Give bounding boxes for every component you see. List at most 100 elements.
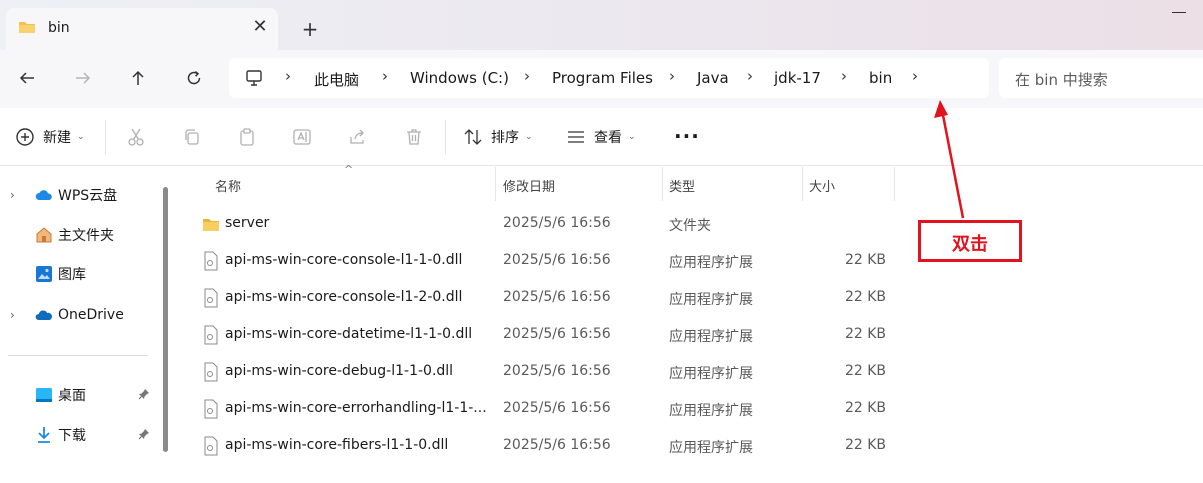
annotation-arrow xyxy=(934,100,965,219)
sort-button[interactable]: 排序 ⌄ xyxy=(463,127,533,147)
column-header-modified[interactable]: 修改日期 xyxy=(503,167,555,201)
cloud-icon xyxy=(35,186,53,204)
view-button[interactable]: 查看 ⌄ xyxy=(566,127,636,147)
copy-icon xyxy=(182,127,202,147)
sidebar-item-label: 下载 xyxy=(58,428,86,444)
sidebar-item-home[interactable]: 主文件夹 xyxy=(0,220,160,250)
breadcrumb-chevron[interactable]: › xyxy=(382,67,388,85)
toolbar-divider xyxy=(105,120,106,154)
breadcrumb-jdk-17[interactable]: jdk-17 xyxy=(774,69,821,87)
up-button[interactable] xyxy=(124,64,152,92)
search-box[interactable]: 在 bin 中搜索 xyxy=(999,58,1203,98)
breadcrumb-windows-c[interactable]: Windows (C:) xyxy=(410,69,509,87)
breadcrumb-chevron[interactable]: › xyxy=(747,67,753,85)
sidebar-item-label: OneDrive xyxy=(58,307,124,323)
dll-file-icon xyxy=(204,325,218,345)
column-header-size[interactable]: 大小 xyxy=(809,167,835,201)
file-modified: 2025/5/6 16:56 xyxy=(503,326,611,342)
column-divider[interactable] xyxy=(662,167,663,201)
file-row[interactable]: api-ms-win-core-debug-l1-1-0.dll 2025/5/… xyxy=(172,353,1203,390)
new-button[interactable]: 新建 ⌄ xyxy=(15,127,85,147)
new-tab-icon[interactable]: + xyxy=(298,17,322,41)
chevron-down-icon: ⌄ xyxy=(77,132,85,142)
view-label: 查看 xyxy=(594,130,622,146)
forward-button[interactable] xyxy=(69,64,97,92)
pin-icon[interactable] xyxy=(138,428,150,443)
breadcrumb-chevron[interactable]: › xyxy=(285,67,291,85)
file-name: api-ms-win-core-console-l1-1-0.dll xyxy=(225,252,463,268)
file-size: 22 KB xyxy=(844,400,886,416)
gallery-icon xyxy=(35,265,53,283)
sidebar-item-wps-cloud[interactable]: › WPS云盘 xyxy=(0,180,160,210)
rename-button[interactable] xyxy=(292,127,312,147)
expand-chevron-icon[interactable]: › xyxy=(10,308,15,322)
file-row[interactable]: api-ms-win-core-fibers-l1-1-0.dll 2025/5… xyxy=(172,427,1203,464)
column-header-name[interactable]: 名称 xyxy=(215,167,241,201)
file-row[interactable]: api-ms-win-core-errorhandling-l1-1-... 2… xyxy=(172,390,1203,427)
sidebar-divider xyxy=(8,355,148,356)
breadcrumb-chevron[interactable]: › xyxy=(669,67,675,85)
sidebar-scrollbar[interactable] xyxy=(163,187,168,452)
sidebar-item-label: WPS云盘 xyxy=(58,188,118,204)
breadcrumb-java[interactable]: Java xyxy=(697,69,729,87)
chevron-down-icon: ⌄ xyxy=(525,132,533,142)
file-row[interactable]: api-ms-win-core-console-l1-1-0.dll 2025/… xyxy=(172,242,1203,279)
paste-button[interactable] xyxy=(237,127,257,147)
close-tab-icon[interactable]: ✕ xyxy=(250,17,270,37)
share-icon xyxy=(348,127,368,147)
tab-bin[interactable]: bin ✕ xyxy=(6,8,278,50)
command-bar: 新建 ⌄ 排序 ⌄ 查看 ⌄ ··· xyxy=(0,108,1203,166)
file-modified: 2025/5/6 16:56 xyxy=(503,437,611,453)
trash-icon xyxy=(404,127,424,147)
dll-file-icon xyxy=(204,288,218,308)
breadcrumb-bin[interactable]: bin xyxy=(869,69,892,87)
column-divider[interactable] xyxy=(894,167,895,201)
cut-button[interactable] xyxy=(126,127,146,147)
share-button[interactable] xyxy=(348,127,368,147)
breadcrumb-chevron[interactable]: › xyxy=(912,67,918,85)
copy-button[interactable] xyxy=(182,127,202,147)
breadcrumb-chevron[interactable]: › xyxy=(524,67,530,85)
sidebar-item-downloads[interactable]: 下载 xyxy=(0,420,160,450)
file-row[interactable]: api-ms-win-core-datetime-l1-1-0.dll 2025… xyxy=(172,316,1203,353)
clipboard-icon xyxy=(237,127,257,147)
refresh-button[interactable] xyxy=(180,64,208,92)
file-size: 22 KB xyxy=(844,252,886,268)
refresh-icon xyxy=(187,70,201,85)
sidebar-item-gallery[interactable]: 图库 xyxy=(0,259,160,289)
arrow-left-icon xyxy=(19,72,34,84)
new-label: 新建 xyxy=(43,130,71,146)
file-name: api-ms-win-core-debug-l1-1-0.dll xyxy=(225,363,454,379)
breadcrumb-program-files[interactable]: Program Files xyxy=(552,69,653,87)
title-bar: bin ✕ + xyxy=(0,0,1203,50)
expand-chevron-icon[interactable]: › xyxy=(10,188,15,202)
breadcrumb-chevron[interactable]: › xyxy=(841,67,847,85)
rename-icon xyxy=(292,127,312,147)
plus-circle-icon xyxy=(15,127,35,147)
desktop-icon xyxy=(35,386,53,404)
minimize-icon[interactable] xyxy=(1172,12,1186,13)
pin-icon[interactable] xyxy=(138,388,150,403)
file-size: 22 KB xyxy=(844,326,886,342)
search-input[interactable]: 在 bin 中搜索 xyxy=(1015,69,1108,90)
sidebar-item-desktop[interactable]: 桌面 xyxy=(0,380,160,410)
sidebar-item-label: 图库 xyxy=(58,267,86,283)
dll-file-icon xyxy=(204,251,218,271)
column-divider[interactable] xyxy=(802,167,803,201)
column-divider[interactable] xyxy=(495,167,496,201)
file-type: 应用程序扩展 xyxy=(669,366,753,382)
back-button[interactable] xyxy=(13,64,41,92)
file-name: api-ms-win-core-errorhandling-l1-1-... xyxy=(225,400,487,416)
delete-button[interactable] xyxy=(404,127,424,147)
address-bar[interactable]: › 此电脑 › Windows (C:) › Program Files › J… xyxy=(229,58,989,98)
file-type: 应用程序扩展 xyxy=(669,329,753,345)
breadcrumb-this-pc[interactable]: 此电脑 xyxy=(314,69,359,90)
tab-title: bin xyxy=(48,20,70,36)
dll-file-icon xyxy=(204,399,218,419)
column-header-type[interactable]: 类型 xyxy=(669,167,695,201)
file-size: 22 KB xyxy=(844,437,886,453)
file-row[interactable]: api-ms-win-core-console-l1-2-0.dll 2025/… xyxy=(172,279,1203,316)
sidebar-item-onedrive[interactable]: › OneDrive xyxy=(0,300,160,330)
more-options-icon[interactable]: ··· xyxy=(674,124,700,148)
file-row-server[interactable]: server 2025/5/6 16:56 文件夹 xyxy=(172,205,1203,242)
